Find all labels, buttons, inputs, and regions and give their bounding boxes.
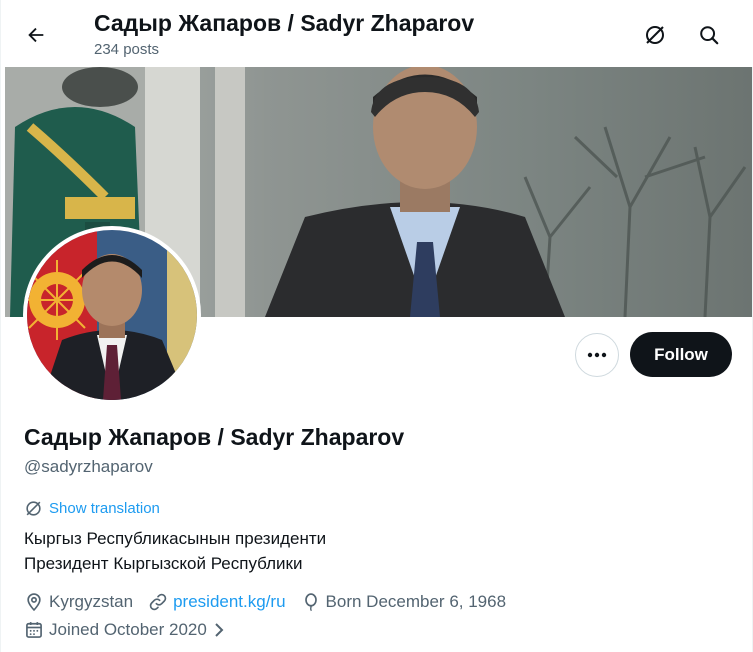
arrow-left-icon (28, 27, 44, 43)
back-button[interactable] (17, 16, 55, 54)
profile-avatar[interactable] (23, 226, 201, 404)
bio-line: Президент Кыргызской Республики (24, 554, 303, 573)
follow-button[interactable]: Follow (630, 332, 732, 377)
chevron-right-icon (215, 623, 224, 637)
location-text: Kyrgyzstan (49, 592, 134, 611)
profile-header-bar: Садыр Жапаров / Sadyr Zhaparov 234 posts (1, 0, 753, 67)
profile-page: Садыр Жапаров / Sadyr Zhaparov 234 posts (0, 0, 753, 652)
more-options-button[interactable] (575, 333, 619, 377)
header-title: Садыр Жапаров / Sadyr Zhaparov (94, 10, 475, 36)
profile-bio: Кыргыз Республикасынын президенти Презид… (24, 526, 326, 576)
joined-item[interactable]: Joined October 2020 (24, 620, 226, 640)
profile-meta-row-joined: Joined October 2020 (24, 620, 226, 640)
translate-icon (646, 26, 664, 44)
birthday-item: Born December 6, 1968 (301, 592, 507, 612)
location-pin-icon (27, 593, 41, 612)
link-icon (149, 593, 167, 611)
translate-icon (26, 501, 41, 516)
show-translation-label: Show translation (49, 500, 160, 517)
joined-text: Joined October 2020 (49, 620, 207, 639)
header-title-block: Садыр Жапаров / Sadyr Zhaparov 234 posts (94, 8, 474, 60)
search-button[interactable] (691, 17, 727, 53)
website-item: president.kg/ru (148, 592, 286, 612)
profile-meta-row: Kyrgyzstan president.kg/ru Born December… (24, 592, 521, 612)
born-text: Born December 6, 1968 (325, 592, 507, 611)
show-translation-link[interactable]: Show translation (24, 499, 160, 518)
bio-line: Кыргыз Республикасынын президенти (24, 529, 327, 548)
profile-display-name: Садыр Жапаров / Sadyr Zhaparov (24, 424, 405, 450)
search-icon (700, 26, 719, 45)
translate-button[interactable] (637, 17, 673, 53)
posts-count: 234 posts (94, 41, 160, 58)
more-dots-icon (587, 352, 607, 358)
calendar-icon (26, 622, 42, 638)
profile-handle: @sadyrzhaparov (24, 457, 153, 476)
location-item: Kyrgyzstan (24, 592, 133, 612)
balloon-icon (304, 593, 317, 612)
website-link[interactable]: president.kg/ru (173, 592, 285, 612)
